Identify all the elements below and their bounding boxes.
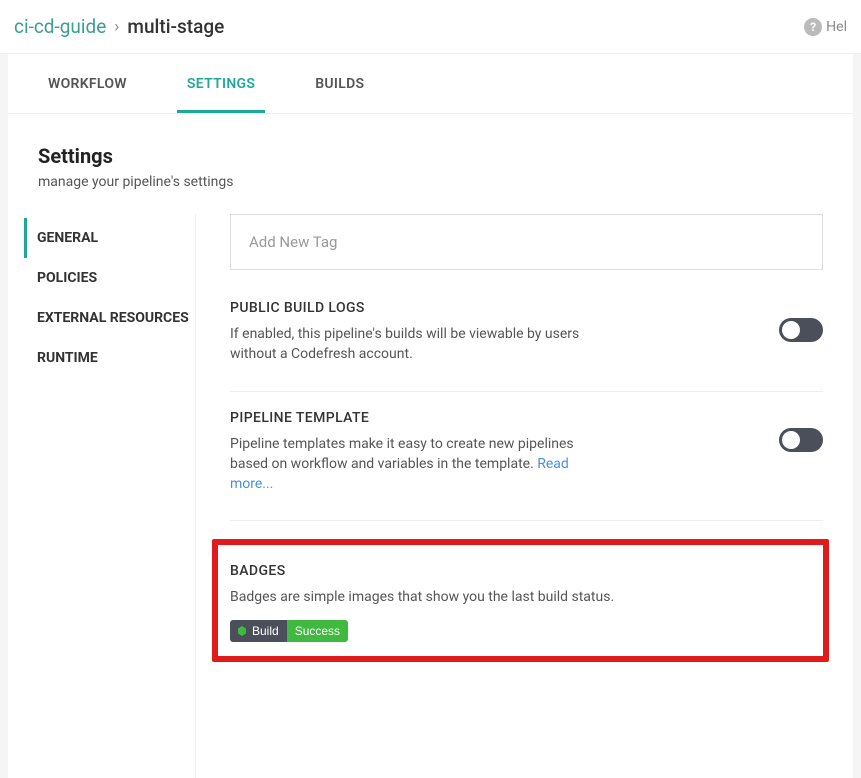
tab-settings[interactable]: SETTINGS — [177, 54, 265, 113]
sidenav-item-runtime[interactable]: RUNTIME — [24, 338, 195, 378]
build-status-badge[interactable]: Build Success — [230, 620, 348, 642]
sidenav-item-external-resources[interactable]: EXTERNAL RESOURCES — [24, 298, 195, 338]
settings-page: Settings manage your pipeline's settings… — [8, 114, 853, 778]
settings-sidenav: GENERAL POLICIES EXTERNAL RESOURCES RUNT… — [8, 214, 196, 778]
tab-workflow[interactable]: WORKFLOW — [38, 54, 137, 113]
badges-highlight-frame: BADGES Badges are simple images that sho… — [212, 539, 829, 661]
tab-bar: WORKFLOW SETTINGS BUILDS — [8, 54, 853, 114]
chevron-right-icon: › — [114, 17, 119, 37]
tab-builds[interactable]: BUILDS — [305, 54, 374, 113]
add-tag-input[interactable] — [230, 214, 823, 270]
help-icon: ? — [804, 18, 822, 36]
badge-build-label: Build — [252, 624, 279, 638]
codefresh-logo-icon — [236, 625, 248, 637]
badge-status-label: Success — [287, 620, 348, 642]
section-title: PIPELINE TEMPLATE — [230, 410, 823, 426]
help-link[interactable]: ? Hel — [804, 18, 847, 36]
sidenav-item-policies[interactable]: POLICIES — [24, 258, 195, 298]
section-pipeline-template: PIPELINE TEMPLATE Pipeline templates mak… — [230, 410, 823, 522]
breadcrumb-parent[interactable]: ci-cd-guide — [14, 15, 106, 38]
page-title: Settings — [38, 144, 823, 168]
page-subtitle: manage your pipeline's settings — [38, 174, 823, 190]
template-desc-text: Pipeline templates make it easy to creat… — [230, 436, 574, 472]
badge-left: Build — [230, 620, 287, 642]
section-description: Pipeline templates make it easy to creat… — [230, 434, 590, 495]
breadcrumb-current: multi-stage — [127, 15, 224, 38]
breadcrumb: ci-cd-guide › multi-stage — [14, 15, 224, 38]
section-public-build-logs: PUBLIC BUILD LOGS If enabled, this pipel… — [230, 300, 823, 392]
top-header: ci-cd-guide › multi-stage ? Hel — [0, 0, 861, 54]
settings-main: PUBLIC BUILD LOGS If enabled, this pipel… — [196, 214, 823, 778]
public-logs-toggle[interactable] — [779, 318, 823, 342]
settings-body: GENERAL POLICIES EXTERNAL RESOURCES RUNT… — [38, 214, 823, 778]
section-description: If enabled, this pipeline's builds will … — [230, 324, 590, 365]
section-title: BADGES — [230, 563, 811, 579]
help-label: Hel — [826, 19, 847, 35]
pipeline-template-toggle[interactable] — [779, 428, 823, 452]
section-title: PUBLIC BUILD LOGS — [230, 300, 823, 316]
section-description: Badges are simple images that show you t… — [230, 587, 811, 607]
sidenav-item-general[interactable]: GENERAL — [24, 218, 195, 258]
content-panel: WORKFLOW SETTINGS BUILDS Settings manage… — [8, 54, 853, 778]
